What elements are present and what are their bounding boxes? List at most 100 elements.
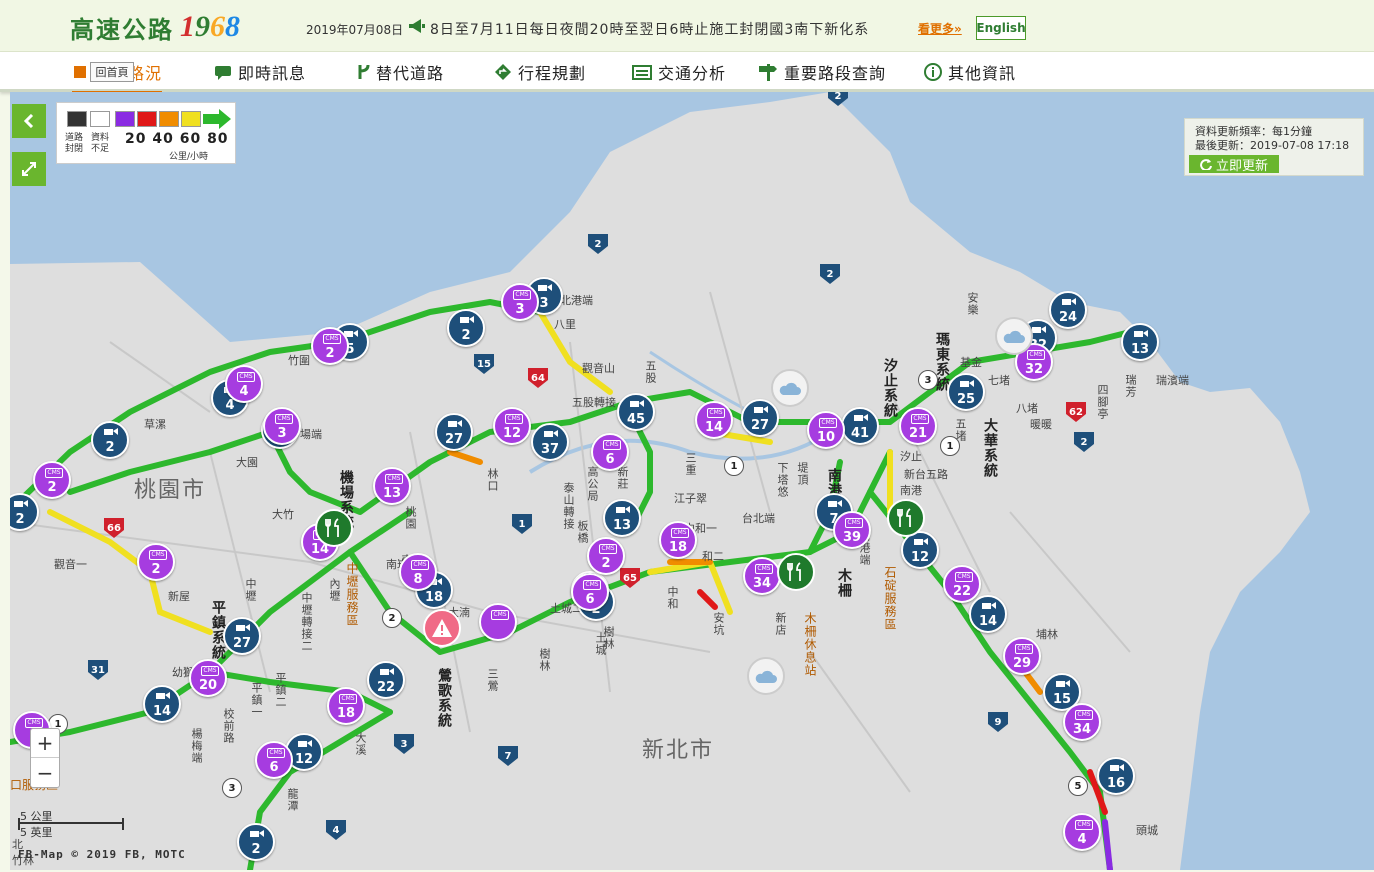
place-label: 竹圍 xyxy=(288,354,310,367)
cms-marker[interactable]: CMS 2 xyxy=(587,537,625,575)
rest-area-marker[interactable] xyxy=(315,509,353,547)
camera-marker[interactable]: 2 xyxy=(237,823,275,861)
camera-icon xyxy=(914,538,928,545)
place-label: 楊梅端 xyxy=(190,728,203,764)
cms-marker[interactable]: CMS 29 xyxy=(1003,637,1041,675)
cms-marker[interactable]: CMS 18 xyxy=(659,521,697,559)
camera-marker[interactable]: 14 xyxy=(143,685,181,723)
camera-marker[interactable]: 14 xyxy=(969,595,1007,633)
legend-label-nodata: 資料不足 xyxy=(91,133,110,154)
camera-icon xyxy=(460,316,474,323)
cms-marker[interactable]: CMS 2 xyxy=(137,543,175,581)
camera-marker[interactable]: 25 xyxy=(947,373,985,411)
update-panel: 資料更新頻率：每1分鐘 最後更新：2019-07-08 17:18 立即更新 xyxy=(1184,118,1364,176)
cms-marker[interactable]: CMS 4 xyxy=(225,365,263,403)
cms-marker[interactable]: CMS 8 xyxy=(399,553,437,591)
nav-item-other[interactable]: 其他資訊 xyxy=(924,60,1016,84)
cms-marker[interactable]: CMS 12 xyxy=(493,407,531,445)
traffic-map[interactable]: 道路封閉 資料不足 20 40 60 80 公里/小時 資料更新頻率：每1分鐘 … xyxy=(10,92,1374,870)
camera-marker[interactable]: 2 xyxy=(447,309,485,347)
camera-marker[interactable]: 2 xyxy=(91,421,129,459)
place-label: 場端 xyxy=(300,428,322,441)
cms-marker[interactable]: CMS 2 xyxy=(33,461,71,499)
incident-marker[interactable] xyxy=(423,609,461,647)
cms-marker[interactable]: CMS 20 xyxy=(189,659,227,697)
collapse-panel-button[interactable] xyxy=(12,104,46,138)
chart-icon xyxy=(632,65,652,80)
nav-item-messages[interactable]: 即時訊息 xyxy=(214,60,306,84)
camera-marker[interactable]: 13 xyxy=(1121,323,1159,361)
route-shield-flower-2: 2 xyxy=(382,608,402,628)
place-label: 中壢 xyxy=(244,578,257,602)
rest-area-marker[interactable] xyxy=(887,499,925,537)
route-shield-flower-1: 1 xyxy=(724,456,744,476)
cloud-icon xyxy=(755,670,777,683)
site-logo[interactable]: 高速公路 1 9 6 8 xyxy=(70,10,240,44)
cms-marker[interactable]: CMS 39 xyxy=(833,511,871,549)
place-label: 三重 xyxy=(684,452,697,476)
zoom-in-button[interactable]: + xyxy=(31,729,59,758)
cms-marker[interactable]: CMS 4 xyxy=(1063,813,1101,851)
cms-marker[interactable]: CMS 10 xyxy=(807,411,845,449)
arrow-right-icon xyxy=(203,109,231,129)
english-button[interactable]: English xyxy=(976,16,1026,40)
place-label: 龍潭 xyxy=(286,788,299,812)
camera-marker[interactable]: 22 xyxy=(367,661,405,699)
nav-item-key-sections[interactable]: 重要路段查詢 xyxy=(758,60,886,84)
camera-marker[interactable]: 27 xyxy=(435,413,473,451)
camera-marker[interactable]: 24 xyxy=(1049,291,1087,329)
traffic-icon xyxy=(74,66,86,78)
legend-swatch xyxy=(67,111,87,127)
fullscreen-button[interactable] xyxy=(12,152,46,186)
fork-knife-icon xyxy=(787,562,801,581)
place-label: 平鎮一 xyxy=(250,682,263,718)
zoom-out-button[interactable]: − xyxy=(31,758,59,787)
camera-icon xyxy=(448,420,462,427)
main-nav: 即時路況 即時訊息 替代道路 行程規劃 交通分析 重要路段查詢 其他資訊 xyxy=(0,52,1374,94)
legend-unit: 公里/小時 xyxy=(169,152,209,162)
nav-item-planner[interactable]: 行程規劃 xyxy=(494,60,586,84)
more-news-link[interactable]: 看更多» xyxy=(918,20,962,37)
chat-icon xyxy=(215,66,231,80)
cms-marker[interactable]: CMS 18 xyxy=(327,687,365,725)
camera-marker[interactable]: 16 xyxy=(1097,757,1135,795)
camera-marker[interactable]: 27 xyxy=(741,399,779,437)
cloud-icon xyxy=(779,382,801,395)
weather-marker[interactable] xyxy=(995,317,1033,355)
place-label: 三鶯 xyxy=(486,668,499,692)
place-label: 大竹 xyxy=(272,508,294,521)
nav-item-alternate[interactable]: 替代道路 xyxy=(356,60,444,84)
cms-marker[interactable]: CMS 6 xyxy=(571,573,609,611)
refresh-button[interactable]: 立即更新 xyxy=(1189,155,1279,174)
cms-marker[interactable]: CMS xyxy=(479,603,517,641)
place-label: 觀音一 xyxy=(54,558,87,571)
cms-marker[interactable]: CMS 13 xyxy=(373,467,411,505)
camera-marker[interactable]: 41 xyxy=(841,407,879,445)
cms-marker[interactable]: CMS 6 xyxy=(591,433,629,471)
camera-icon xyxy=(380,668,394,675)
camera-marker[interactable]: 45 xyxy=(617,393,655,431)
cms-marker[interactable]: CMS 22 xyxy=(943,565,981,603)
nav-item-analysis[interactable]: 交通分析 xyxy=(632,60,726,84)
rest-area-marker[interactable] xyxy=(777,553,815,591)
weather-marker[interactable] xyxy=(771,369,809,407)
cms-marker[interactable]: CMS14 xyxy=(695,401,733,439)
camera-icon xyxy=(982,602,996,609)
place-label: 草漯 xyxy=(144,418,166,431)
weather-marker[interactable] xyxy=(747,657,785,695)
cms-marker[interactable]: CMS 3 xyxy=(263,407,301,445)
news-ticker[interactable]: 8日至7月11日每日夜間20時至翌日6時止施工封閉國3南下新化系 xyxy=(430,19,912,39)
cms-marker[interactable]: CMS 2 xyxy=(311,327,349,365)
camera-marker[interactable]: 37 xyxy=(531,423,569,461)
camera-icon xyxy=(754,406,768,413)
cms-marker[interactable]: CMS 34 xyxy=(743,557,781,595)
camera-marker[interactable]: 13 xyxy=(603,499,641,537)
place-label: 堤頂 xyxy=(796,462,809,486)
camera-icon xyxy=(1056,680,1070,687)
cms-marker[interactable]: CMS 6 xyxy=(255,741,293,779)
camera-marker[interactable]: 27 xyxy=(223,617,261,655)
cms-marker[interactable]: CMS 3 xyxy=(501,283,539,321)
place-label: 石碇服務區 xyxy=(883,566,897,631)
cms-marker[interactable]: CMS 34 xyxy=(1063,703,1101,741)
cms-marker[interactable]: CMS 21 xyxy=(899,407,937,445)
